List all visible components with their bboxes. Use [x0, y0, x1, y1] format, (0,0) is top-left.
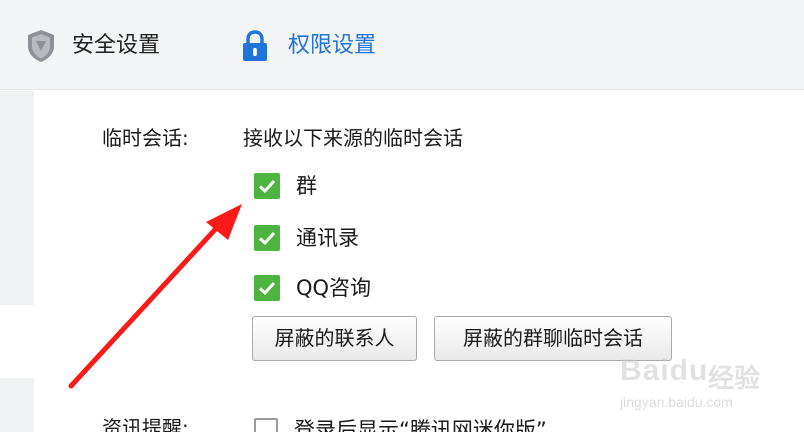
- baidu-watermark: Baidu 经验 jingyan.baidu.com: [612, 340, 782, 420]
- checkbox-show-mini-news-label: 登录后显示“腾讯网迷你版”: [294, 418, 547, 432]
- checkbox-qq-consult-label: QQ咨询: [296, 276, 372, 300]
- checkmark-icon: [258, 281, 276, 296]
- tab-permission-settings[interactable]: 权限设置: [240, 26, 376, 66]
- checkbox-unchecked-icon[interactable]: [254, 418, 278, 432]
- tab-bar: 安全设置 权限设置: [0, 0, 804, 90]
- left-strip-lower: [0, 378, 34, 432]
- checkbox-group[interactable]: 群: [254, 172, 317, 200]
- watermark-logo: Baidu: [620, 354, 709, 387]
- temp-session-headline: 接收以下来源的临时会话: [243, 126, 463, 150]
- checkbox-group-label: 群: [296, 174, 317, 198]
- left-strip: [0, 91, 34, 305]
- checkbox-qq-consult[interactable]: QQ咨询: [254, 274, 371, 302]
- watermark-url: jingyan.baidu.com: [620, 394, 733, 410]
- checkbox-checked-icon[interactable]: [254, 173, 280, 199]
- news-reminder-label: 资讯提醒:: [102, 416, 189, 432]
- checkbox-contacts-label: 通讯录: [296, 226, 359, 250]
- lock-icon: [243, 30, 267, 61]
- shield-icon: [28, 30, 54, 62]
- checkbox-checked-icon[interactable]: [254, 275, 280, 301]
- watermark-brand: 经验: [708, 364, 761, 394]
- temp-session-label: 临时会话:: [102, 126, 189, 150]
- checkmark-icon: [258, 231, 276, 246]
- checkbox-contacts[interactable]: 通讯录: [254, 224, 359, 252]
- blocked-contacts-button[interactable]: 屏蔽的联系人: [252, 316, 417, 361]
- tab-permission-label: 权限设置: [288, 33, 377, 58]
- tab-security-label: 安全设置: [72, 33, 161, 58]
- checkmark-icon: [258, 179, 276, 194]
- checkbox-checked-icon[interactable]: [254, 225, 280, 251]
- tab-security-settings[interactable]: 安全设置: [26, 26, 160, 66]
- checkbox-show-mini-news[interactable]: 登录后显示“腾讯网迷你版”: [254, 416, 547, 432]
